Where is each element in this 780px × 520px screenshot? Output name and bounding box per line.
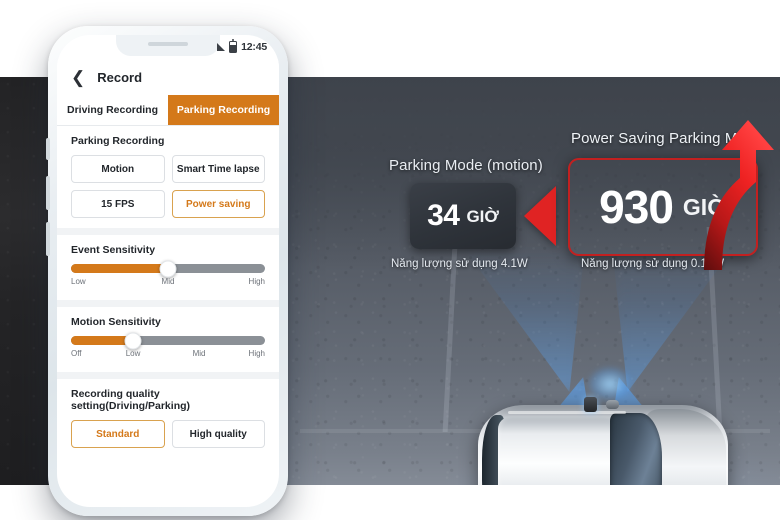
option-power-saving[interactable]: Power saving xyxy=(171,190,265,218)
section-divider xyxy=(57,228,279,235)
phone-volume-down-button[interactable] xyxy=(46,222,50,256)
tick-label: Mid xyxy=(161,277,175,286)
phone-mute-switch[interactable] xyxy=(46,138,50,160)
red-curved-up-arrow-icon xyxy=(704,120,774,270)
motion-sensitivity-slider[interactable]: Off Low Mid High xyxy=(71,332,265,362)
screenshot-root: Parking Mode (motion) 34 GIỜ Năng lượng … xyxy=(0,0,780,520)
parking-recording-section: Parking Recording Motion Smart Time laps… xyxy=(57,126,279,228)
option-high-quality[interactable]: High quality xyxy=(171,420,265,448)
tick-label: High xyxy=(248,349,265,358)
car-windshield xyxy=(610,413,662,485)
parking-mode-label: Parking Mode (motion) xyxy=(389,157,543,174)
slider-fill xyxy=(71,264,168,273)
phone-screen: 12:45 ❮ Record Driving Recording Parking… xyxy=(57,35,279,507)
parking-options-grid: Motion Smart Time lapse 15 FPS Power sav… xyxy=(71,155,265,218)
status-bar: 12:45 xyxy=(57,35,279,59)
recording-quality-section: Recording quality setting(Driving/Parkin… xyxy=(57,379,279,458)
parking-mode-caption: Năng lượng sử dụng 4.1W xyxy=(391,258,528,270)
signal-bars-icon xyxy=(217,42,226,51)
tick-label: Low xyxy=(71,277,86,286)
section-title: Parking Recording xyxy=(71,135,165,147)
event-sensitivity-slider[interactable]: Low Mid High xyxy=(71,260,265,290)
car-mirror xyxy=(606,400,619,409)
section-divider xyxy=(57,300,279,307)
slider-tick-labels: Low Mid High xyxy=(71,277,265,290)
page-title: Record xyxy=(97,69,143,85)
chevron-left-icon[interactable]: ❮ xyxy=(71,69,85,86)
battery-icon xyxy=(229,39,238,53)
car-roof xyxy=(498,417,618,485)
quality-options-grid: Standard High quality xyxy=(71,420,265,448)
nav-bar: ❮ Record xyxy=(57,59,279,95)
section-title: Event Sensitivity xyxy=(71,244,156,256)
tick-label: Low xyxy=(125,349,141,358)
red-left-triangle-icon xyxy=(524,186,556,246)
slider-track[interactable] xyxy=(71,260,265,277)
tab-bar: Driving Recording Parking Recording xyxy=(57,95,279,125)
slider-thumb[interactable] xyxy=(159,260,177,277)
slider-track[interactable] xyxy=(71,332,265,349)
option-motion[interactable]: Motion xyxy=(71,155,165,183)
parking-mode-unit: GIỜ xyxy=(466,206,499,226)
motion-sensitivity-section: Motion Sensitivity Off Low Mid High xyxy=(57,307,279,372)
option-smart-time-lapse[interactable]: Smart Time lapse xyxy=(171,155,265,183)
top-down-car-icon xyxy=(478,397,728,485)
tick-label: Mid xyxy=(192,349,206,358)
section-title: Motion Sensitivity xyxy=(71,316,161,328)
tick-label: High xyxy=(248,277,265,286)
status-bar-clock: 12:45 xyxy=(241,41,267,53)
tab-parking-recording[interactable]: Parking Recording xyxy=(168,95,279,125)
slider-thumb[interactable] xyxy=(124,332,142,349)
slider-tick-labels: Off Low Mid High xyxy=(71,349,265,362)
parking-mode-value-box: 34 GIỜ xyxy=(410,183,516,249)
tick-label: Off xyxy=(71,349,82,358)
event-sensitivity-section: Event Sensitivity Low Mid High xyxy=(57,235,279,300)
option-15-fps[interactable]: 15 FPS xyxy=(71,190,165,218)
tab-driving-recording[interactable]: Driving Recording xyxy=(57,95,168,125)
section-divider xyxy=(57,372,279,379)
dashcam-glow xyxy=(588,367,632,401)
dashcam-icon xyxy=(584,397,597,412)
option-standard[interactable]: Standard xyxy=(71,420,165,448)
phone-volume-up-button[interactable] xyxy=(46,176,50,210)
section-title: Recording quality setting(Driving/Parkin… xyxy=(71,388,191,412)
phone-mockup: 12:45 ❮ Record Driving Recording Parking… xyxy=(46,26,288,516)
car-trim xyxy=(508,411,626,414)
power-saving-hours: 930 xyxy=(599,181,674,233)
parking-mode-hours: 34 xyxy=(427,199,460,232)
